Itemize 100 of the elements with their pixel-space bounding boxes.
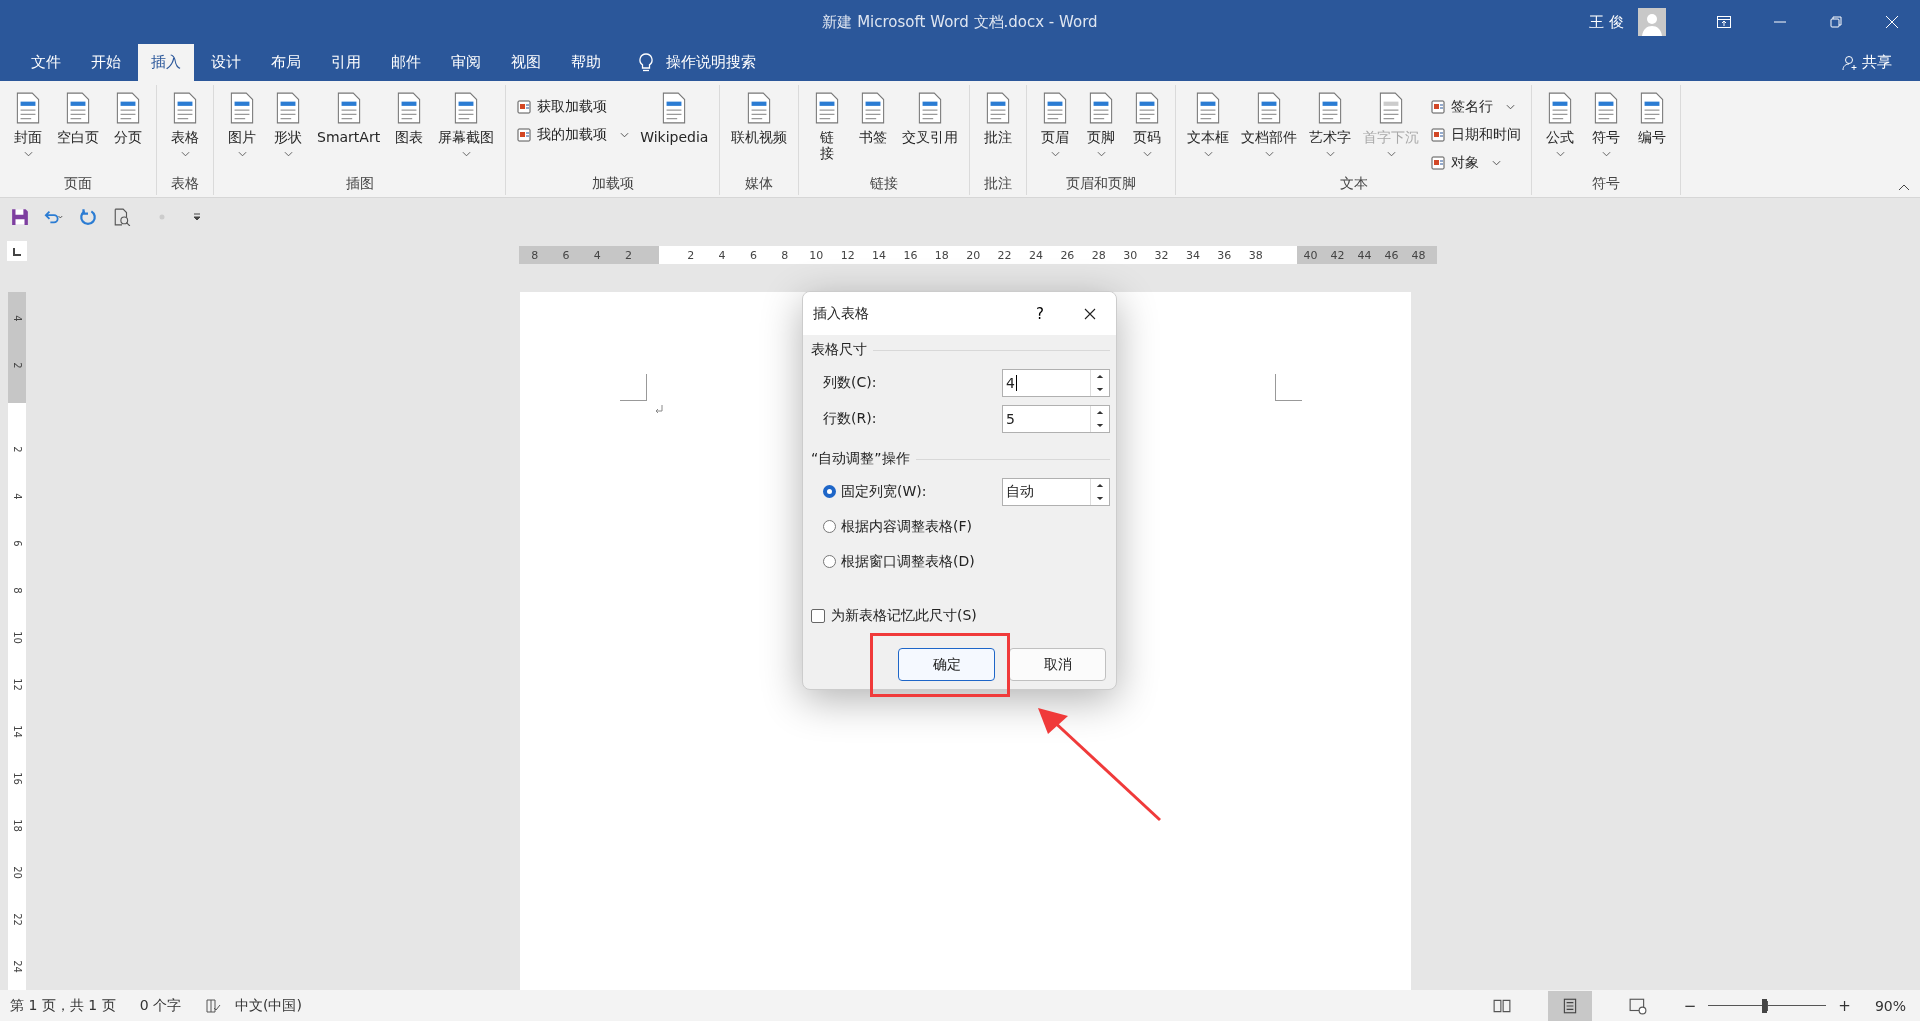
- ribbon-tab[interactable]: 布局: [258, 44, 314, 81]
- width-spinner[interactable]: 自动: [1002, 477, 1110, 506]
- ribbon-button[interactable]: 交叉引用: [897, 91, 964, 175]
- ribbon-button[interactable]: 页码: [1125, 91, 1170, 175]
- ruler-number: 28: [1090, 247, 1107, 264]
- ribbon-tab[interactable]: 视图: [498, 44, 554, 81]
- ribbon-group-label: 符号: [1591, 175, 1622, 193]
- paragraph-mark-icon: [654, 404, 664, 414]
- ruler-number: 22: [996, 247, 1013, 264]
- ribbon-button[interactable]: Wikipedia: [635, 91, 714, 175]
- ruler-number: 6: [748, 247, 758, 264]
- zoom-out-button[interactable]: −: [1683, 996, 1697, 1015]
- ribbon-button[interactable]: 文档部件: [1236, 91, 1303, 175]
- ribbon-button[interactable]: 屏幕截图: [433, 91, 500, 175]
- ruler-number: 34: [1184, 247, 1201, 264]
- ruler-number: 36: [1216, 247, 1233, 264]
- radio-option[interactable]: 根据窗口调整表格(D): [823, 552, 975, 571]
- ribbon-button[interactable]: 文本框: [1182, 91, 1235, 175]
- ribbon-button[interactable]: 编号: [1630, 91, 1675, 175]
- ribbon-button[interactable]: 符号: [1584, 91, 1629, 175]
- ribbon-button[interactable]: 页眉: [1033, 91, 1078, 175]
- ruler-number: 18: [933, 247, 950, 264]
- collapse-ribbon-icon[interactable]: [1898, 183, 1910, 191]
- ribbon-tab[interactable]: 帮助: [558, 44, 614, 81]
- ribbon-button[interactable]: 封面: [6, 91, 50, 175]
- spin-down-icon[interactable]: [1096, 387, 1104, 392]
- cancel-button[interactable]: 取消: [1009, 648, 1106, 681]
- redo-icon[interactable]: [78, 208, 98, 226]
- ribbon-button[interactable]: 分页: [106, 91, 150, 175]
- window-title: 新建 Microsoft Word 文档.docx - Word: [822, 12, 1098, 32]
- ribbon-tab[interactable]: 邮件: [378, 44, 434, 81]
- help-button[interactable]: ?: [1036, 304, 1044, 323]
- ribbon-display-icon[interactable]: [1716, 14, 1732, 30]
- number-spinner[interactable]: 5: [1002, 405, 1110, 433]
- person-add-icon: [1842, 54, 1858, 71]
- ribbon-button[interactable]: 联机视频: [726, 91, 793, 175]
- spin-up-icon[interactable]: [1096, 374, 1104, 379]
- customize-toolbar-icon[interactable]: [192, 212, 202, 222]
- ribbon-button[interactable]: 形状: [266, 91, 310, 175]
- ribbon-tab[interactable]: 审阅: [438, 44, 494, 81]
- save-icon[interactable]: [10, 208, 30, 226]
- radio-option[interactable]: 固定列宽(W):: [823, 482, 927, 501]
- ribbon-button[interactable]: SmartArt: [312, 91, 386, 175]
- ribbon-tab[interactable]: 引用: [318, 44, 374, 81]
- ribbon-button[interactable]: 表格: [163, 91, 207, 175]
- field-label: 行数(R):: [823, 410, 877, 428]
- ribbon-button[interactable]: 对象: [1430, 151, 1522, 175]
- section-title: “自动调整”操作: [811, 450, 910, 468]
- ribbon-group-label: 页眉和页脚: [1065, 175, 1138, 193]
- close-icon[interactable]: [1084, 307, 1096, 320]
- ruler-number: 48: [1410, 247, 1427, 264]
- print-layout-icon[interactable]: [1547, 990, 1592, 1021]
- zoom-slider[interactable]: [1708, 997, 1827, 1014]
- ribbon-button[interactable]: 艺术字: [1304, 91, 1357, 175]
- print-preview-icon[interactable]: [112, 208, 132, 226]
- ruler-number: 22: [10, 912, 24, 928]
- ribbon-button[interactable]: 我的加载项: [516, 123, 630, 147]
- spin-up-icon[interactable]: [1096, 410, 1104, 415]
- number-spinner[interactable]: 4: [1002, 369, 1110, 397]
- ruler-number: 26: [1059, 247, 1076, 264]
- ribbon-button[interactable]: 日期和时间: [1430, 123, 1522, 147]
- word-count[interactable]: 0 个字: [139, 996, 181, 1015]
- ruler-number: 20: [965, 247, 982, 264]
- spin-down-icon[interactable]: [1096, 495, 1104, 501]
- restore-icon[interactable]: [1828, 14, 1844, 30]
- ribbon-button[interactable]: 空白页: [52, 91, 104, 175]
- radio-option[interactable]: 根据内容调整表格(F): [823, 517, 972, 536]
- ruler-number: 14: [10, 724, 24, 740]
- ribbon-button[interactable]: 公式: [1538, 91, 1583, 175]
- undo-icon[interactable]: [44, 208, 64, 226]
- language-status[interactable]: 中文(中国): [235, 996, 302, 1015]
- ribbon-button[interactable]: 书签: [851, 91, 896, 175]
- ribbon-button[interactable]: 页脚: [1079, 91, 1124, 175]
- ribbon-button[interactable]: 图片: [220, 91, 264, 175]
- proofing-icon[interactable]: [205, 997, 221, 1014]
- ribbon-tab[interactable]: 设计: [198, 44, 254, 81]
- zoom-in-button[interactable]: +: [1838, 996, 1851, 1015]
- ribbon-tab[interactable]: 插入: [138, 44, 194, 81]
- ribbon-button[interactable]: 获取加载项: [516, 95, 630, 119]
- ruler-number: 38: [1247, 247, 1264, 264]
- zoom-percent[interactable]: 90%: [1874, 997, 1906, 1014]
- remember-size-checkbox[interactable]: 为新表格记忆此尺寸(S): [811, 608, 1110, 624]
- spin-down-icon[interactable]: [1096, 423, 1104, 428]
- spin-up-icon[interactable]: [1096, 482, 1104, 488]
- page-count[interactable]: 第 1 页，共 1 页: [10, 996, 116, 1015]
- share-button[interactable]: 共享: [1842, 53, 1892, 72]
- ribbon-button[interactable]: 批注: [976, 91, 1021, 175]
- ribbon-button[interactable]: 链接: [805, 91, 850, 175]
- ribbon-tab[interactable]: 开始: [78, 44, 134, 81]
- document-icon: [1430, 99, 1447, 115]
- ruler-number: 32: [1153, 247, 1170, 264]
- ok-button[interactable]: 确定: [898, 648, 995, 681]
- ribbon-button[interactable]: 图表: [387, 91, 432, 175]
- zoom-slider-thumb[interactable]: [1761, 998, 1767, 1013]
- ruler-number: 2: [10, 361, 24, 371]
- tell-me-search[interactable]: 操作说明搜索: [666, 53, 756, 72]
- ruler-number: 8: [10, 586, 24, 596]
- ribbon-tab[interactable]: 文件: [18, 44, 74, 81]
- tab-selector-icon[interactable]: [6, 240, 28, 262]
- ribbon-button[interactable]: 签名行: [1430, 95, 1522, 119]
